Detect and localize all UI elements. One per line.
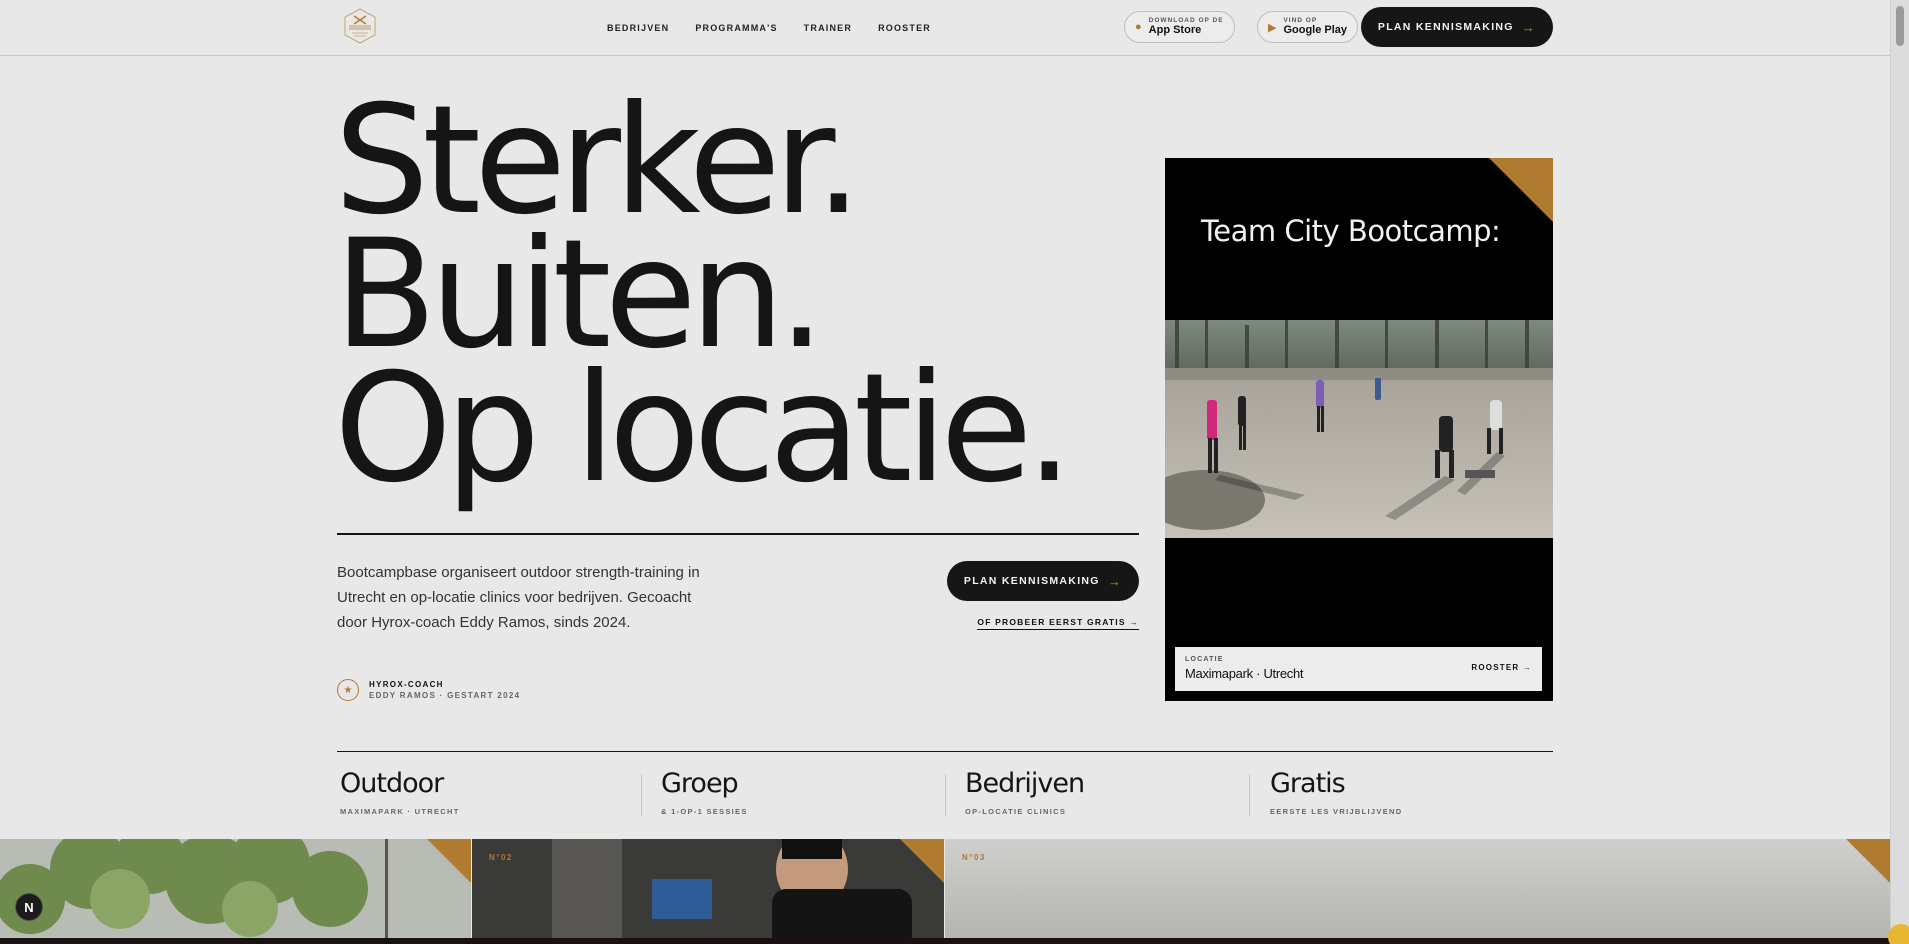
hero-intro: Bootcampbase organiseert outdoor strengt…: [337, 564, 700, 631]
hero-plan-label: PLAN KENNISMAKING: [963, 575, 1100, 587]
app-store-big: App Store: [1148, 24, 1202, 37]
location-label: LOCATIE: [1185, 656, 1224, 663]
nav-trainer[interactable]: TRAINER: [804, 23, 852, 33]
feature-groep: Groep & 1-OP-1 SESSIES: [661, 770, 748, 816]
nav-programmas[interactable]: PROGRAMMA'S: [695, 23, 777, 33]
location-value: Maximapark · Utrecht: [1185, 666, 1304, 681]
feature-separator: [945, 774, 946, 816]
arrow-right-icon: →: [1521, 19, 1537, 35]
arrow-right-icon: →: [1107, 573, 1123, 589]
feature-sub: EERSTE LES VRIJBLIJVEND: [1270, 807, 1403, 816]
main-nav: BEDRIJVEN PROGRAMMA'S TRAINER ROOSTER: [607, 23, 931, 33]
play-store-icon: ▶: [1268, 21, 1277, 34]
program-tile-1[interactable]: [0, 839, 471, 939]
feature-title: Bedrijven: [965, 768, 1085, 799]
location-bar: LOCATIE Maximapark · Utrecht ROOSTER →: [1175, 647, 1542, 691]
hero-plan-button[interactable]: PLAN KENNISMAKING →: [947, 561, 1139, 601]
program-tile-3[interactable]: N°03: [945, 839, 1890, 939]
arrow-right-icon: →: [1129, 617, 1139, 627]
page-bottom-edge: [0, 938, 1890, 944]
tile-corner-accent: [900, 839, 944, 883]
tile-photo-coach: [472, 839, 944, 939]
site-header: BEDRIJVEN PROGRAMMA'S TRAINER ROOSTER ● …: [0, 0, 1890, 56]
feature-title: Groep: [661, 768, 739, 799]
try-free-link[interactable]: OF PROBEER EERST GRATIS →: [977, 617, 1139, 630]
logo-emblem-icon: [344, 8, 376, 44]
program-tiles: N°02 N°03: [0, 839, 1890, 939]
nav-bedrijven[interactable]: BEDRIJVEN: [607, 23, 669, 33]
coach-badge-sub: EDDY RAMOS · GESTART 2024: [369, 691, 521, 700]
corner-indicator-icon: [1888, 924, 1909, 944]
try-free-label: OF PROBEER EERST GRATIS: [977, 617, 1126, 627]
card-title: Team City Bootcamp:: [1201, 214, 1501, 248]
bootcampbase-logo[interactable]: [341, 7, 379, 45]
hero-line-3: Op locatie.: [334, 342, 1073, 516]
hero-divider: [337, 533, 1139, 535]
feature-sub: MAXIMAPARK · UTRECHT: [340, 807, 460, 816]
tile-photo-trees: [0, 839, 471, 939]
program-tile-2[interactable]: N°02: [472, 839, 944, 939]
feature-separator: [1249, 774, 1250, 816]
feature-sub: OP-LOCATIE CLINICS: [965, 807, 1067, 816]
tile-corner-accent: [1846, 839, 1890, 883]
coach-badge-title: HYROX-COACH: [369, 680, 444, 689]
feature-separator: [641, 774, 642, 816]
tile-photo-fog: [945, 839, 1890, 939]
header-plan-button[interactable]: PLAN KENNISMAKING →: [1361, 7, 1553, 47]
nav-rooster[interactable]: ROOSTER: [878, 23, 931, 33]
card-corner-accent: [1489, 158, 1553, 222]
page-scrollbar[interactable]: [1890, 0, 1909, 944]
features-divider: [337, 751, 1553, 752]
header-plan-label: PLAN KENNISMAKING: [1377, 21, 1514, 33]
apple-icon: ●: [1135, 21, 1142, 33]
google-play-button[interactable]: ▶ VIND OP Google Play: [1257, 11, 1359, 43]
card-rooster-link[interactable]: ROOSTER →: [1471, 663, 1532, 672]
tile-corner-accent: [427, 839, 471, 883]
arrow-right-icon: →: [1522, 663, 1532, 672]
feature-title: Outdoor: [340, 768, 444, 799]
feature-bedrijven: Bedrijven OP-LOCATIE CLINICS: [965, 768, 1085, 816]
feature-title: Gratis: [1270, 768, 1346, 799]
card-rooster-label: ROOSTER: [1471, 663, 1520, 672]
tile-number: N°02: [489, 853, 513, 862]
star-icon: ★: [337, 679, 359, 701]
feature-sub: & 1-OP-1 SESSIES: [661, 807, 748, 816]
feature-gratis: Gratis EERSTE LES VRIJBLIJVEND: [1270, 770, 1402, 816]
bootcamp-photo: [1165, 320, 1553, 538]
google-play-big: Google Play: [1283, 24, 1348, 37]
dev-tools-badge[interactable]: N: [15, 893, 43, 921]
scrollbar-thumb[interactable]: [1896, 6, 1904, 46]
bootcamp-video-card[interactable]: Team City Bootcamp: LOCATIE Maximapark ·…: [1165, 158, 1553, 701]
tile-number: N°03: [962, 853, 986, 862]
feature-outdoor: Outdoor MAXIMAPARK · UTRECHT: [340, 770, 460, 816]
app-store-button[interactable]: ● DOWNLOAD OP DE App Store: [1124, 11, 1235, 43]
